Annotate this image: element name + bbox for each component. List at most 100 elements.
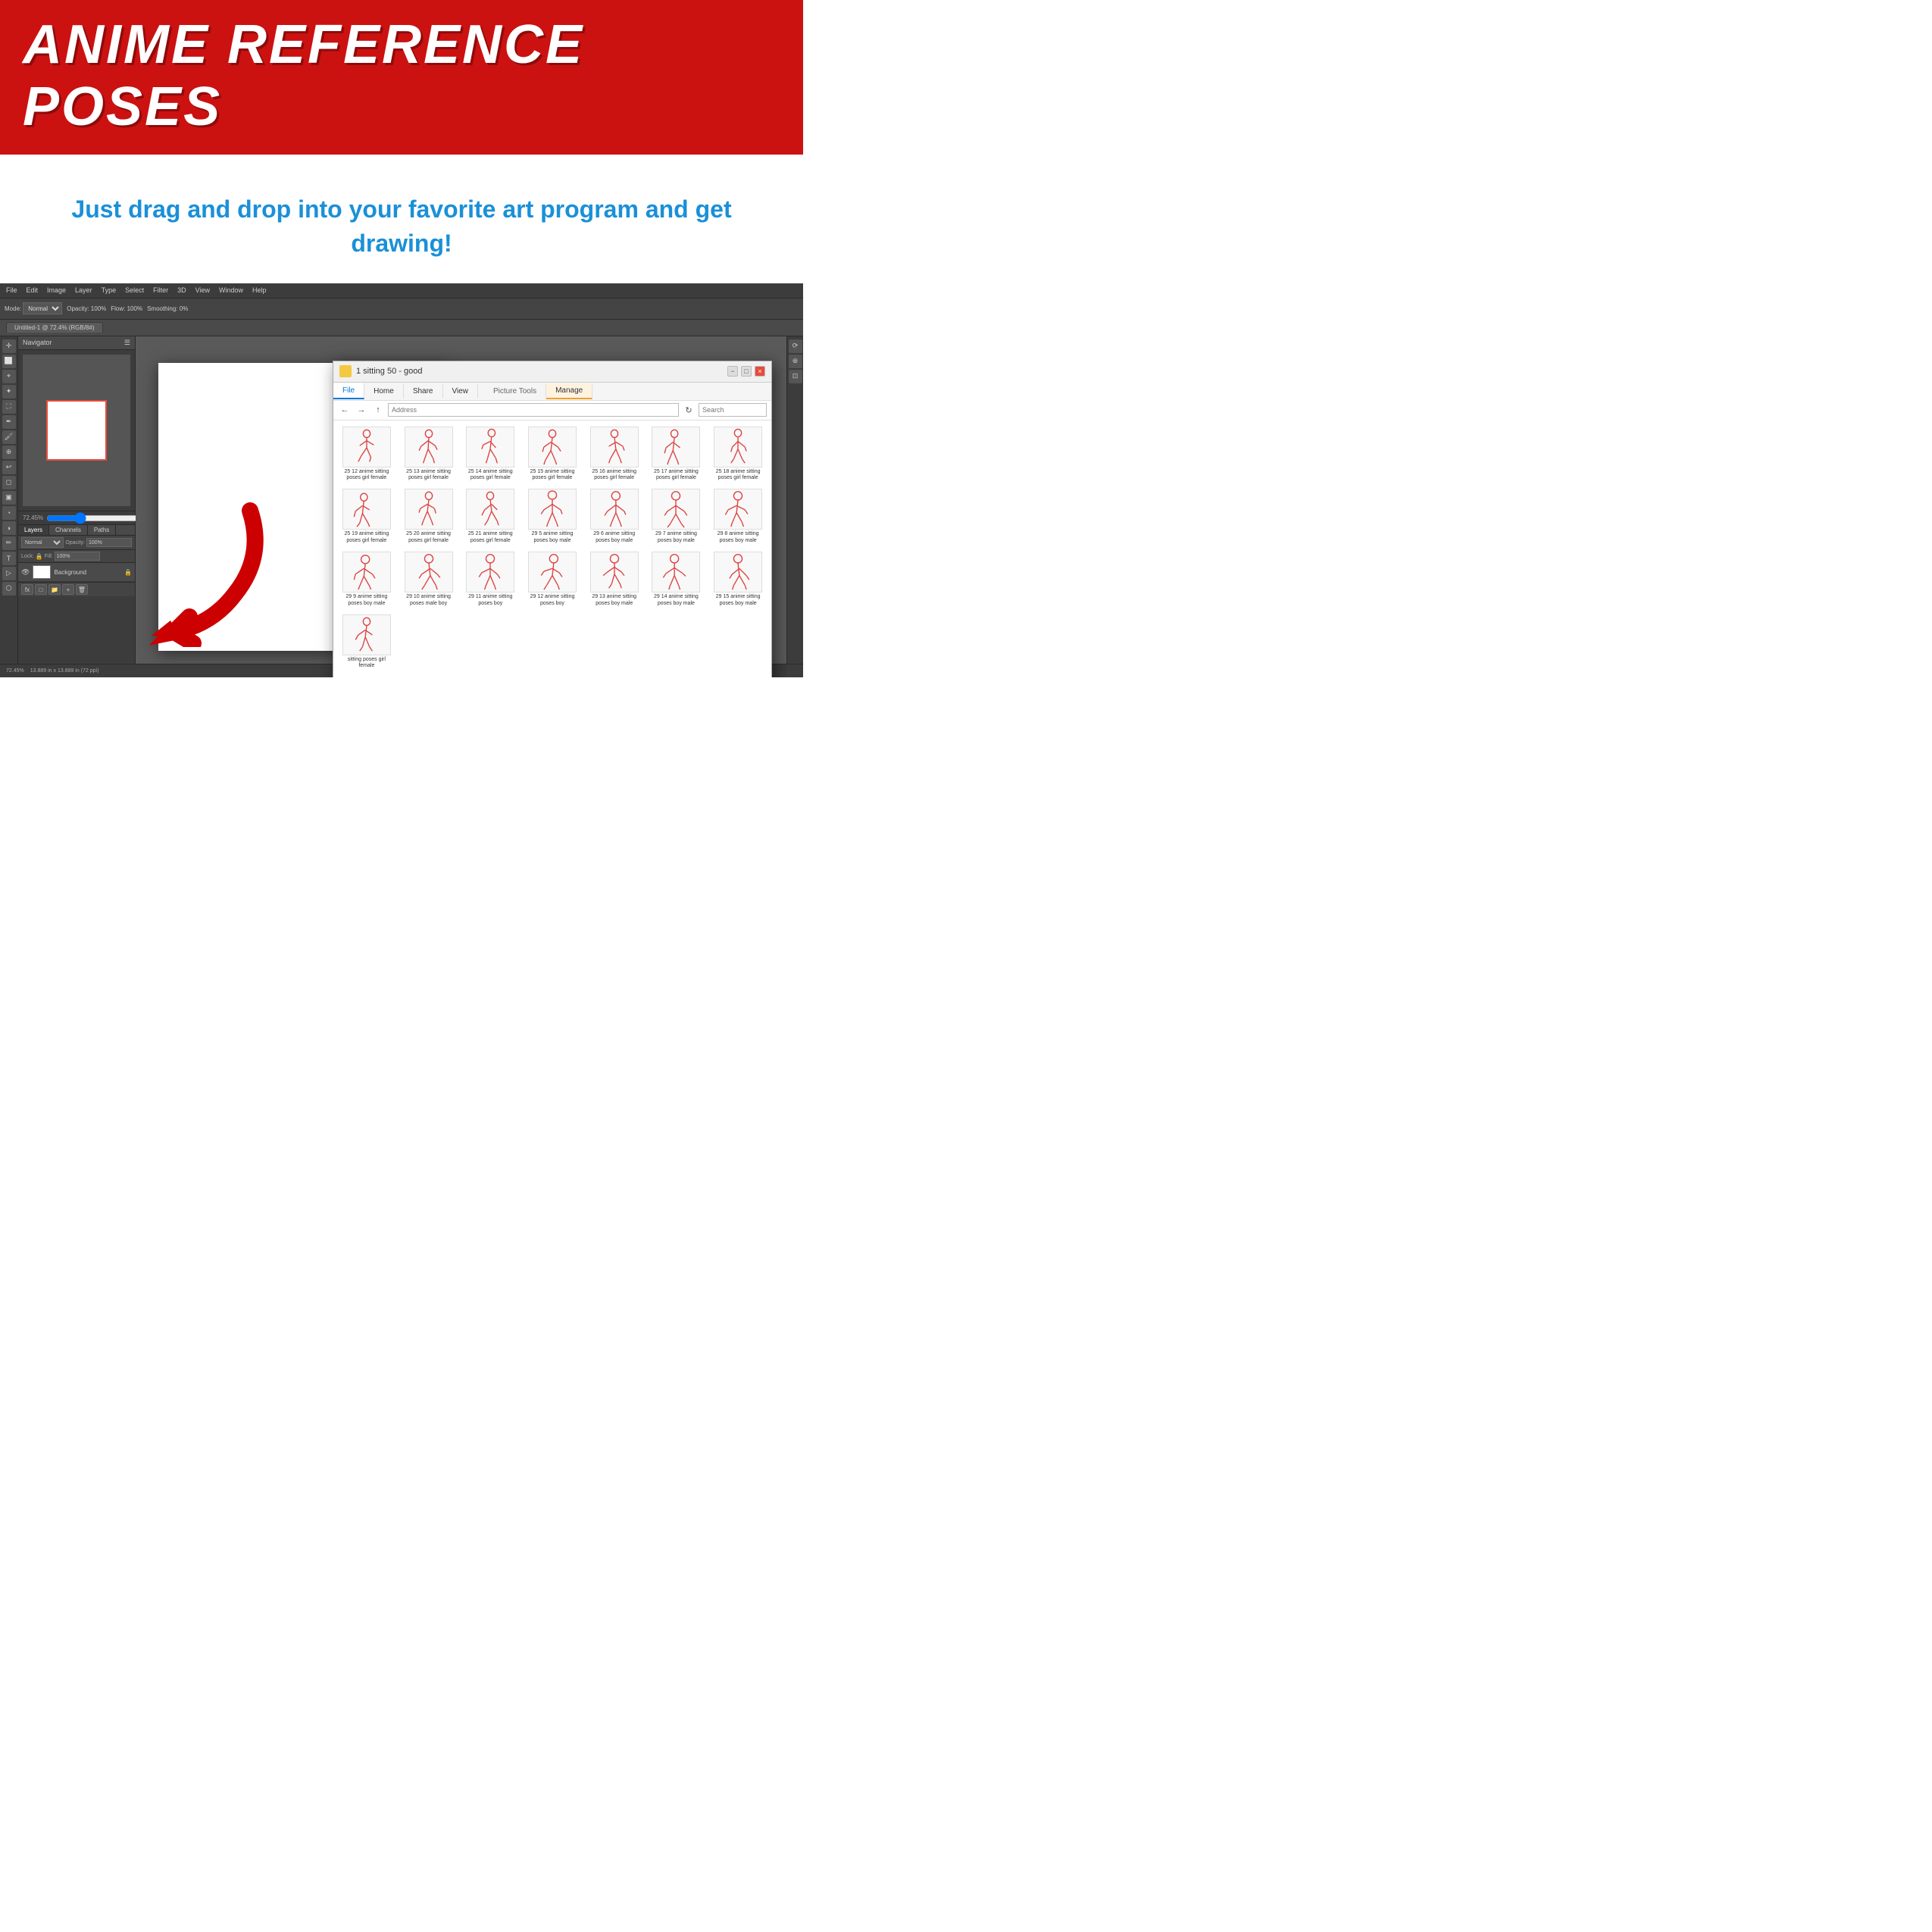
lasso-tool-icon[interactable]: ⌖ (2, 370, 16, 383)
ps-content-aware-icon[interactable]: ⊡ (789, 370, 802, 383)
ps-menu-item[interactable]: Type (102, 286, 117, 294)
file-thumb-f18 (714, 427, 762, 467)
file-item-f20[interactable]: 25 20 anime sitting poses girl female (399, 486, 459, 547)
file-item-m7[interactable]: 29 7 anime sitting poses boy male (646, 486, 707, 547)
magic-wand-icon[interactable]: ✦ (2, 385, 16, 399)
ps-menu-item[interactable]: Window (219, 286, 243, 294)
file-item-f19[interactable]: 25 19 anime sitting poses girl female (336, 486, 397, 547)
ps-menu-item[interactable]: 3D (177, 286, 186, 294)
file-name-m15: 29 15 anime sitting poses boy male (713, 594, 763, 607)
file-thumb-m15 (714, 552, 762, 592)
ps-canvas-area: 1 sitting 50 - good − □ × File Home Shar… (136, 336, 786, 677)
text-tool-icon[interactable]: T (2, 552, 16, 565)
file-name-f14: 25 14 anime sitting poses girl female (465, 469, 515, 482)
ps-menu-item[interactable]: File (6, 286, 17, 294)
fe-ribbon-tab-picture-tools[interactable]: Picture Tools (484, 384, 546, 399)
file-thumb-m9 (342, 552, 391, 592)
file-name-m6: 29 6 anime sitting poses boy male (589, 531, 639, 544)
fe-maximize-btn[interactable]: □ (741, 366, 752, 377)
blur-tool-icon[interactable]: ◔ (2, 506, 16, 520)
fe-back-btn[interactable]: ← (338, 403, 352, 417)
fe-title-text: 1 sitting 50 - good (356, 367, 723, 376)
file-name-f19: 25 19 anime sitting poses girl female (342, 531, 392, 544)
ps-menu-item[interactable]: Filter (153, 286, 168, 294)
history-brush-icon[interactable]: ↩ (2, 461, 16, 474)
file-item-m13[interactable]: 29 13 anime sitting poses boy male (584, 549, 645, 610)
ps-layer-thumbnail (33, 565, 51, 579)
ps-menu-item[interactable]: Help (252, 286, 267, 294)
ps-zoom-slider[interactable] (46, 515, 144, 521)
fe-close-btn[interactable]: × (755, 366, 765, 377)
ps-layers-tab[interactable]: Layers (18, 525, 49, 535)
ps-layer-mode-select[interactable]: Normal (21, 537, 64, 548)
file-item-f13[interactable]: 25 13 anime sitting poses girl female (399, 424, 459, 485)
ps-menu-item[interactable]: Edit (27, 286, 39, 294)
file-item-m10[interactable]: 29 10 anime sitting poses male boy (399, 549, 459, 610)
crop-tool-icon[interactable]: ⛶ (2, 400, 16, 414)
fe-address-input[interactable] (388, 403, 679, 417)
fe-ribbon-tab-manage[interactable]: Manage (546, 383, 592, 399)
ps-new-layer-btn[interactable]: + (62, 584, 74, 595)
file-item-f18[interactable]: 25 18 anime sitting poses girl female (708, 424, 768, 485)
eyedropper-icon[interactable]: ✒ (2, 415, 16, 429)
file-item-m12[interactable]: 29 12 anime sitting poses boy (522, 549, 583, 610)
ps-fill-input[interactable] (55, 552, 100, 561)
fe-forward-btn[interactable]: → (355, 403, 368, 417)
file-name-f21: 25 21 anime sitting poses girl female (465, 531, 515, 544)
ps-puppet-warp-icon[interactable]: ⊛ (789, 355, 802, 368)
ps-menu-item[interactable]: Select (125, 286, 144, 294)
3d-tool-icon[interactable]: ⬡ (2, 582, 16, 596)
file-item-m15[interactable]: 29 15 anime sitting poses boy male (708, 549, 768, 610)
file-name-extra1: sitting poses girl female (342, 657, 392, 670)
gradient-tool-icon[interactable]: ▣ (2, 491, 16, 505)
ps-delete-layer-btn[interactable]: 🗑 (76, 584, 88, 595)
ps-menu-item[interactable]: Layer (75, 286, 92, 294)
fe-minimize-btn[interactable]: − (727, 366, 738, 377)
file-item-m6[interactable]: 29 6 anime sitting poses boy male (584, 486, 645, 547)
fe-up-btn[interactable]: ↑ (371, 403, 385, 417)
fe-ribbon-tab-file[interactable]: File (333, 383, 364, 399)
ps-add-style-btn[interactable]: fx (21, 584, 33, 595)
ps-menu-item[interactable]: Image (47, 286, 66, 294)
file-item-f21[interactable]: 25 21 anime sitting poses girl female (460, 486, 521, 547)
ps-add-mask-btn[interactable]: □ (35, 584, 47, 595)
file-item-f15[interactable]: 25 15 anime sitting poses girl female (522, 424, 583, 485)
ps-status-zoom: 72.45% (6, 668, 24, 674)
ps-paths-tab[interactable]: Paths (88, 525, 116, 535)
file-item-f16[interactable]: 25 16 anime sitting poses girl female (584, 424, 645, 485)
fe-ribbon-tab-home[interactable]: Home (364, 384, 404, 399)
fe-refresh-btn[interactable]: ↻ (682, 403, 696, 417)
ps-document-tab[interactable]: Untitled-1 @ 72.4% (RGB/8#) (6, 322, 103, 333)
file-item-m11[interactable]: 29 11 anime sitting poses boy (460, 549, 521, 610)
pen-tool-icon[interactable]: ✏ (2, 536, 16, 550)
file-item-extra1[interactable]: sitting poses girl female (336, 611, 397, 673)
navigator-menu-icon[interactable]: ☰ (124, 339, 130, 347)
fe-ribbon-tab-view[interactable]: View (443, 384, 479, 399)
fe-ribbon-tab-share[interactable]: Share (404, 384, 443, 399)
ps-mode-select[interactable]: Normal (23, 302, 62, 314)
ps-zoom-value: 72.45% (23, 514, 43, 521)
ps-layer-eye-icon[interactable]: 👁 (21, 568, 30, 577)
move-tool-icon[interactable]: ✛ (2, 339, 16, 353)
brush-tool-icon[interactable]: 🖌 (2, 430, 16, 444)
file-item-m5[interactable]: 29 5 anime sitting poses boy male (522, 486, 583, 547)
ps-new-group-btn[interactable]: 📁 (48, 584, 61, 595)
ps-3d-rotate-icon[interactable]: ⟳ (789, 339, 802, 353)
ps-navigator-panel: Navigator ☰ 72.45% Layers Channels Paths (18, 336, 136, 677)
fe-search-input[interactable] (699, 403, 767, 417)
shape-tool-icon[interactable]: ▷ (2, 567, 16, 580)
clone-stamp-icon[interactable]: ⊕ (2, 445, 16, 459)
file-item-m8[interactable]: 29 8 anime sitting poses boy male (708, 486, 768, 547)
file-name-f15: 25 15 anime sitting poses girl female (527, 469, 577, 482)
marquee-tool-icon[interactable]: ⬜ (2, 355, 16, 368)
file-item-f14[interactable]: 25 14 anime sitting poses girl female (460, 424, 521, 485)
eraser-tool-icon[interactable]: ◻ (2, 476, 16, 489)
dodge-tool-icon[interactable]: ◑ (2, 521, 16, 535)
ps-opacity-input[interactable] (86, 538, 132, 547)
ps-channels-tab[interactable]: Channels (49, 525, 88, 535)
file-item-f17[interactable]: 25 17 anime sitting poses girl female (646, 424, 707, 485)
ps-menu-item[interactable]: View (195, 286, 210, 294)
file-item-f12[interactable]: 25 12 anime sitting poses girl female (336, 424, 397, 485)
file-item-m9[interactable]: 29 9 anime sitting poses boy male (336, 549, 397, 610)
file-item-m14[interactable]: 29 14 anime sitting poses boy male (646, 549, 707, 610)
